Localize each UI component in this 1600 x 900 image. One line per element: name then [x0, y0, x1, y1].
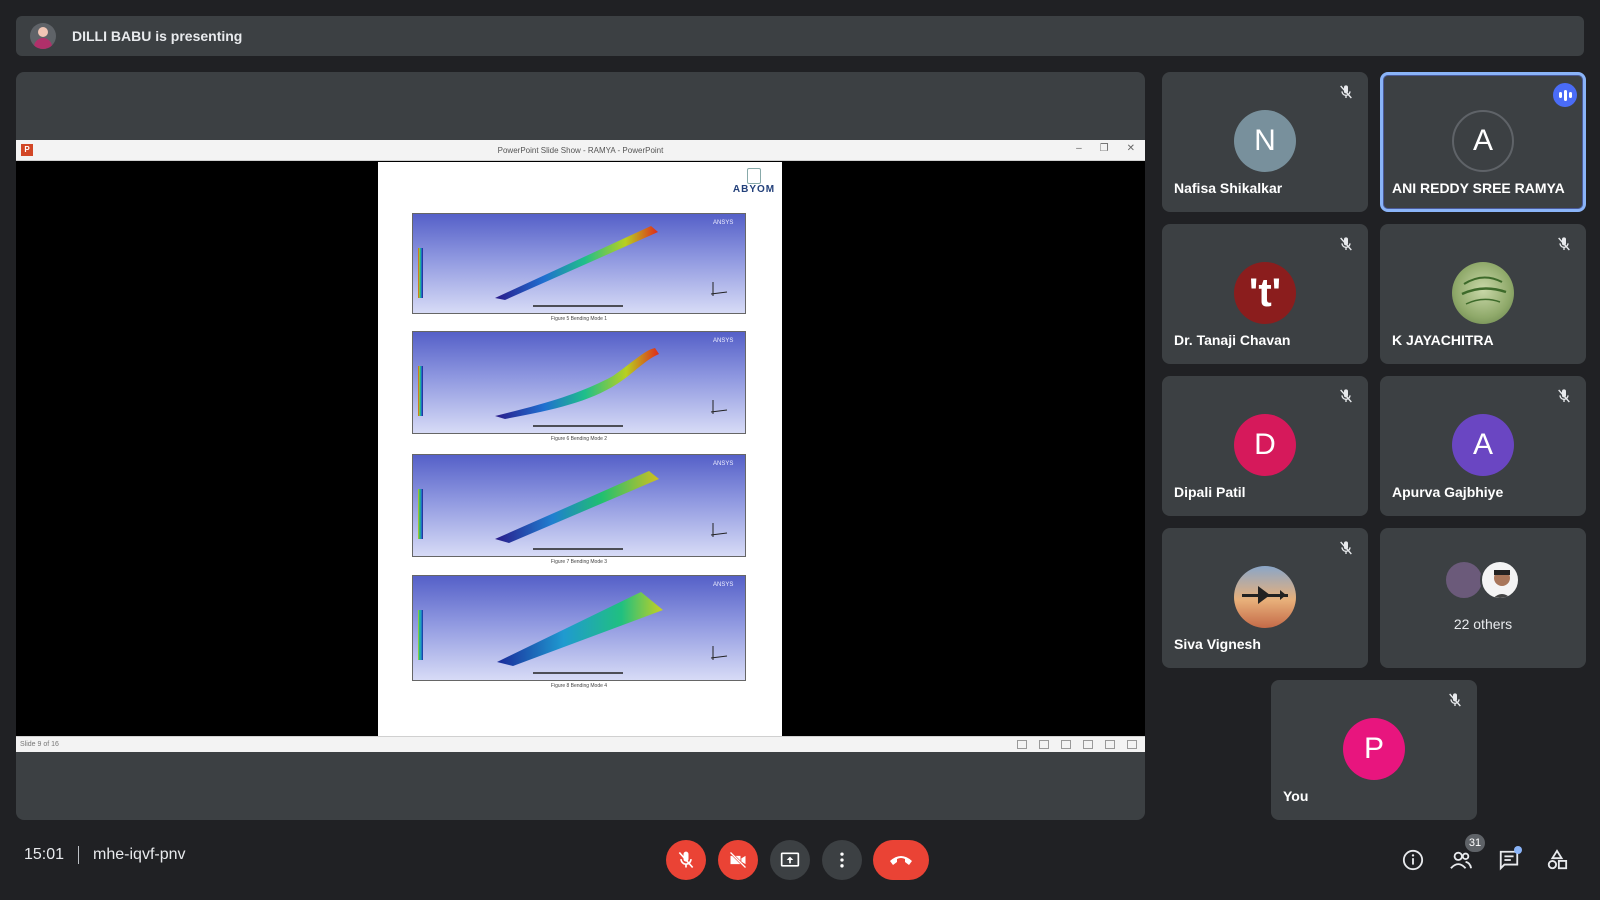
logo-text: ABYOM [732, 184, 776, 195]
mode-figure-2: ANSYS [412, 331, 746, 434]
restore-icon: ❐ [1099, 143, 1109, 154]
mode-figure-1: ANSYS [412, 213, 746, 314]
presenter-avatar [30, 23, 56, 49]
participant-name: ANI REDDY SREE RAMYA [1392, 180, 1565, 196]
mic-off-icon [1558, 237, 1570, 251]
shared-screen: P PowerPoint Slide Show - RAMYA - PowerP… [16, 72, 1145, 820]
participant-tile[interactable]: A Apurva Gajbhiye [1380, 376, 1586, 516]
participant-name: Nafisa Shikalkar [1174, 180, 1283, 196]
notes-view-icon [1017, 740, 1027, 749]
mic-off-icon [1340, 541, 1352, 555]
more-vert-icon [840, 852, 844, 868]
mic-off-icon [1558, 389, 1570, 403]
mode-figure-4: ANSYS [412, 575, 746, 681]
presenter-text: DILLI BABU is presenting [72, 28, 243, 44]
others-avatars [1444, 560, 1524, 604]
ansys-tag-4: ANSYS [713, 582, 733, 588]
activities-button[interactable] [1539, 842, 1575, 878]
mic-off-icon [1449, 693, 1461, 707]
normal-view-icon [1061, 740, 1071, 749]
participant-tile[interactable]: K JAYACHITRA [1380, 224, 1586, 364]
presenting-banner: DILLI BABU is presenting [16, 16, 1584, 56]
mic-off-icon [1340, 237, 1352, 251]
meeting-time: 15:01 [24, 846, 65, 863]
avatar: P [1343, 718, 1405, 780]
info-icon [1402, 849, 1424, 871]
ansys-tag-2: ANSYS [713, 338, 733, 344]
meeting-info: 15:01 mhe-iqvf-pnv [24, 846, 186, 864]
avatar-photo [1452, 262, 1514, 324]
reading-view-icon [1105, 740, 1115, 749]
microphone-button[interactable] [666, 840, 706, 880]
speaking-indicator-icon [1553, 83, 1577, 107]
slideshow-view-icon [1127, 740, 1137, 749]
participant-name: K JAYACHITRA [1392, 332, 1494, 348]
airplane-icon [1242, 586, 1288, 604]
end-call-icon [890, 856, 912, 865]
slide: ABYOM ANSYS Figure 5 Bending Mode 1 ANSY… [378, 162, 782, 736]
powerpoint-titlebar: P PowerPoint Slide Show - RAMYA - PowerP… [16, 140, 1145, 161]
participant-name: Dr. Tanaji Chavan [1174, 332, 1291, 348]
minimize-icon: – [1076, 143, 1082, 154]
slide-counter: Slide 9 of 16 [20, 741, 59, 748]
participant-tile[interactable]: Siva Vignesh [1162, 528, 1368, 668]
present-screen-button[interactable] [770, 840, 810, 880]
avatar: D [1234, 414, 1296, 476]
people-icon [1450, 851, 1472, 869]
participant-name: Apurva Gajbhiye [1392, 484, 1504, 500]
avatar: A [1452, 110, 1514, 172]
avatar-photo [1234, 566, 1296, 628]
camera-off-icon [729, 851, 747, 869]
mic-off-icon [1340, 389, 1352, 403]
meeting-code: mhe-iqvf-pnv [93, 846, 186, 863]
participants-button[interactable]: 31 [1443, 834, 1485, 878]
bottom-bar: 15:01 mhe-iqvf-pnv 31 [0, 826, 1600, 900]
others-tile[interactable]: 22 others [1380, 528, 1586, 668]
present-screen-icon [780, 852, 800, 867]
participant-tile-speaking[interactable]: A ANI REDDY SREE RAMYA [1380, 72, 1586, 212]
more-options-button[interactable] [822, 840, 862, 880]
mic-off-icon [678, 851, 694, 869]
participant-tile[interactable]: N Nafisa Shikalkar [1162, 72, 1368, 212]
meeting-details-button[interactable] [1395, 842, 1431, 878]
sorter-view-icon [1083, 740, 1093, 749]
powerpoint-title: PowerPoint Slide Show - RAMYA - PowerPoi… [497, 145, 664, 155]
figure-caption-2: Figure 6 Bending Mode 2 [550, 436, 608, 442]
other-avatar [1444, 560, 1484, 600]
mode-figure-3: ANSYS [412, 454, 746, 557]
logo-mark-icon [747, 168, 761, 184]
ansys-tag-3: ANSYS [713, 461, 733, 467]
participant-name: Dipali Patil [1174, 484, 1246, 500]
figure-caption-3: Figure 7 Bending Mode 3 [550, 559, 608, 565]
ansys-tag-1: ANSYS [713, 220, 733, 226]
avatar: 't' [1234, 262, 1296, 324]
figure-caption-1: Figure 5 Bending Mode 1 [550, 316, 608, 322]
window-controls: – ❐ ✕ [1076, 143, 1135, 154]
participant-tile[interactable]: 't' Dr. Tanaji Chavan [1162, 224, 1368, 364]
self-tile[interactable]: P You [1271, 680, 1477, 820]
participant-name: You [1283, 788, 1309, 804]
slide-logo: ABYOM [730, 168, 778, 210]
participant-count-badge: 31 [1465, 834, 1485, 852]
chat-button[interactable] [1491, 842, 1527, 878]
camera-button[interactable] [718, 840, 758, 880]
participant-tile[interactable]: D Dipali Patil [1162, 376, 1368, 516]
powerpoint-icon: P [21, 144, 33, 156]
unread-dot [1514, 846, 1522, 854]
powerpoint-statusbar: Slide 9 of 16 [16, 736, 1145, 752]
leave-call-button[interactable] [873, 840, 929, 880]
figure-caption-4: Figure 8 Bending Mode 4 [550, 683, 608, 689]
participant-name: Siva Vignesh [1174, 636, 1261, 652]
other-avatar [1480, 560, 1520, 600]
others-count: 22 others [1453, 616, 1513, 632]
avatar: N [1234, 110, 1296, 172]
avatar: A [1452, 414, 1514, 476]
view-icons [1017, 740, 1137, 749]
activities-icon [1547, 849, 1568, 870]
powerpoint-window: P PowerPoint Slide Show - RAMYA - PowerP… [16, 140, 1145, 752]
divider [78, 846, 80, 864]
comments-view-icon [1039, 740, 1049, 749]
close-icon: ✕ [1126, 143, 1135, 154]
mic-off-icon [1340, 85, 1352, 99]
